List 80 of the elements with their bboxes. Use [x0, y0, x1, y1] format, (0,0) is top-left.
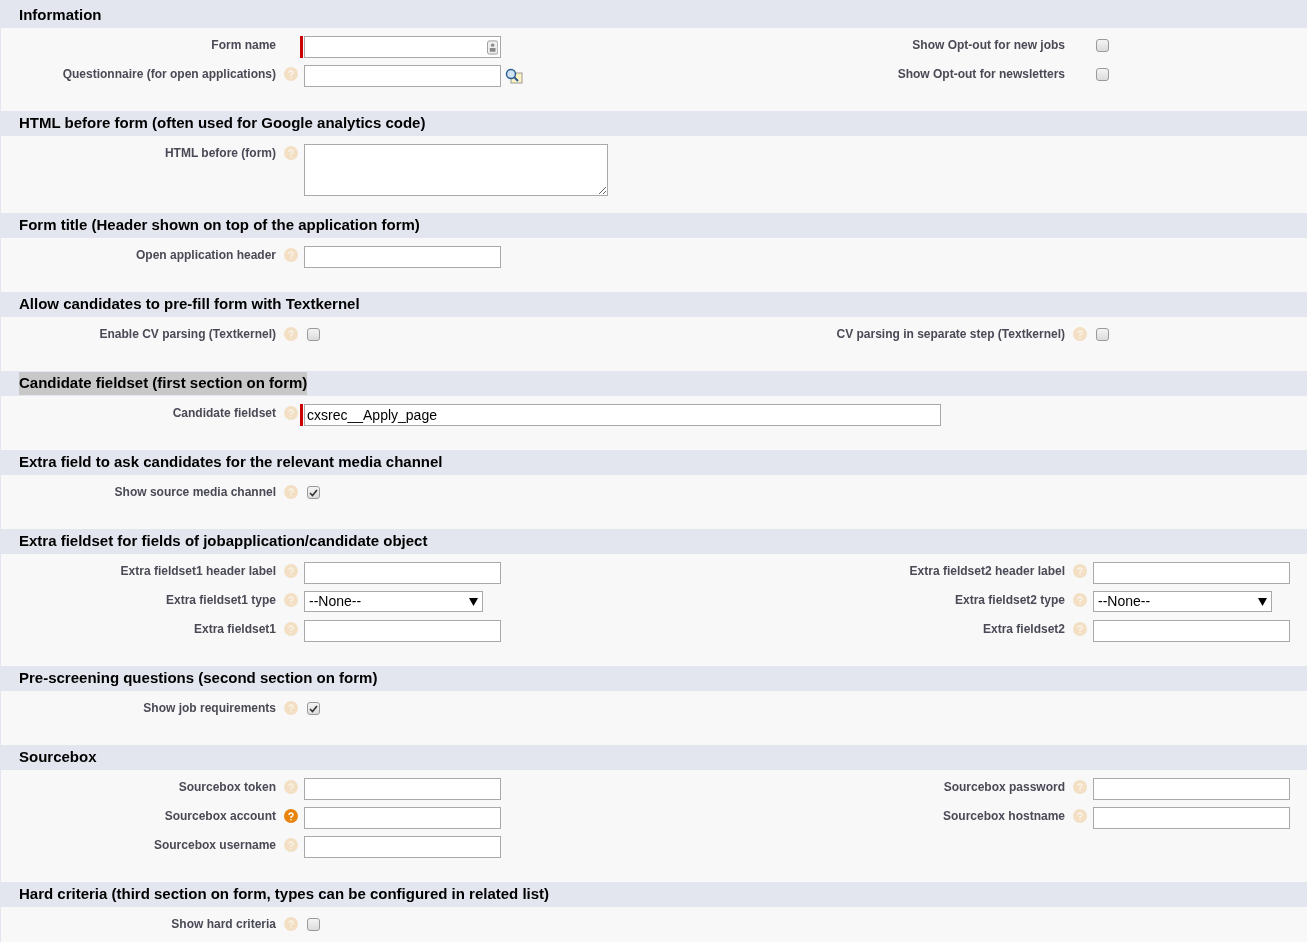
help-icon[interactable]	[284, 701, 298, 715]
help-icon[interactable]	[284, 622, 298, 636]
dropdown-select[interactable]: --None--	[1093, 591, 1272, 612]
help-icon[interactable]	[284, 780, 298, 794]
help-icon[interactable]	[1073, 593, 1087, 607]
field-label: Extra fieldset2 header label	[909, 564, 1065, 579]
field-label: Open application header	[135, 248, 276, 263]
help-icon[interactable]	[284, 593, 298, 607]
text-field[interactable]	[1093, 620, 1290, 642]
field-label: Show job requirements	[143, 701, 276, 716]
lookup-search-icon[interactable]	[505, 68, 523, 84]
section-title: Sourcebox	[19, 747, 97, 768]
field-label: Questionnaire (for open applications)	[62, 67, 276, 82]
field-label: Show source media channel	[114, 485, 276, 500]
field-label: Extra fieldset1 type	[165, 593, 276, 608]
text-field[interactable]	[304, 36, 501, 58]
caret-icon	[1258, 597, 1267, 606]
section-title: Hard criteria (third section on form, types can be configured in related list)	[19, 884, 550, 905]
field-label: Show Opt-out for new jobs	[912, 38, 1065, 53]
help-icon[interactable]	[1073, 780, 1087, 794]
section-title: Extra fieldset for fields of jobapplication/candidate object	[19, 531, 428, 552]
dropdown-select[interactable]: --None--	[304, 591, 483, 612]
field-label: Extra fieldset2 type	[954, 593, 1065, 608]
help-icon[interactable]	[284, 809, 298, 823]
checkbox[interactable]	[307, 918, 320, 931]
field-label: Sourcebox token	[178, 780, 276, 795]
help-icon[interactable]	[284, 564, 298, 578]
section-title: Information	[19, 5, 102, 26]
text-field[interactable]	[304, 778, 501, 800]
field-label: Extra fieldset1 header label	[120, 564, 276, 579]
checkbox[interactable]	[307, 486, 320, 499]
checkbox[interactable]	[307, 328, 320, 341]
checkbox[interactable]	[1096, 328, 1109, 341]
html-text-area[interactable]	[304, 144, 608, 196]
text-field[interactable]	[1093, 562, 1290, 584]
section-title: Candidate fieldset (first section on form)	[19, 372, 308, 395]
field-label: CV parsing in separate step (Textkernel)	[836, 327, 1065, 342]
help-icon[interactable]	[284, 146, 298, 160]
section-title: Allow candidates to pre-fill form with Textkernel	[19, 294, 360, 315]
text-field[interactable]	[1093, 807, 1290, 829]
help-icon[interactable]	[1073, 564, 1087, 578]
contact-card-icon[interactable]	[486, 39, 498, 55]
field-label: Extra fieldset1	[193, 622, 276, 637]
help-icon[interactable]	[284, 917, 298, 931]
field-label: Sourcebox account	[164, 809, 276, 824]
field-label: Show Opt-out for newsletters	[897, 67, 1065, 82]
field-label: Show hard criteria	[171, 917, 276, 932]
text-field[interactable]	[304, 65, 501, 87]
field-label: Sourcebox password	[943, 780, 1065, 795]
text-field[interactable]	[304, 246, 501, 268]
text-field[interactable]	[304, 620, 501, 642]
text-field[interactable]	[304, 562, 501, 584]
help-icon[interactable]	[1073, 327, 1087, 341]
help-icon[interactable]	[284, 327, 298, 341]
section-title: Form title (Header shown on top of the application form)	[19, 215, 420, 236]
text-field[interactable]	[1093, 778, 1290, 800]
help-icon[interactable]	[284, 406, 298, 420]
field-label: Extra fieldset2	[982, 622, 1065, 637]
checkbox[interactable]	[1096, 39, 1109, 52]
section-title: Pre-screening questions (second section on form)	[19, 668, 378, 689]
help-icon[interactable]	[1073, 809, 1087, 823]
field-label: Form name	[211, 38, 276, 53]
field-label: Sourcebox hostname	[942, 809, 1065, 824]
text-field[interactable]	[304, 807, 501, 829]
help-icon[interactable]	[284, 248, 298, 262]
section-title: HTML before form (often used for Google analytics code)	[19, 113, 426, 134]
section-title: Extra field to ask candidates for the relevant media channel	[19, 452, 443, 473]
checkbox[interactable]	[1096, 68, 1109, 81]
text-field[interactable]	[304, 836, 501, 858]
field-label: Enable CV parsing (Textkernel)	[99, 327, 276, 342]
caret-icon	[469, 597, 478, 606]
checkbox[interactable]	[307, 702, 320, 715]
field-label: HTML before (form)	[164, 146, 276, 161]
field-label: Candidate fieldset	[172, 406, 276, 421]
help-icon[interactable]	[284, 485, 298, 499]
help-icon[interactable]	[284, 67, 298, 81]
text-field[interactable]: cxsrec__Apply_page	[304, 404, 941, 426]
help-icon[interactable]	[1073, 622, 1087, 636]
field-label: Sourcebox username	[153, 838, 276, 853]
help-icon[interactable]	[284, 838, 298, 852]
